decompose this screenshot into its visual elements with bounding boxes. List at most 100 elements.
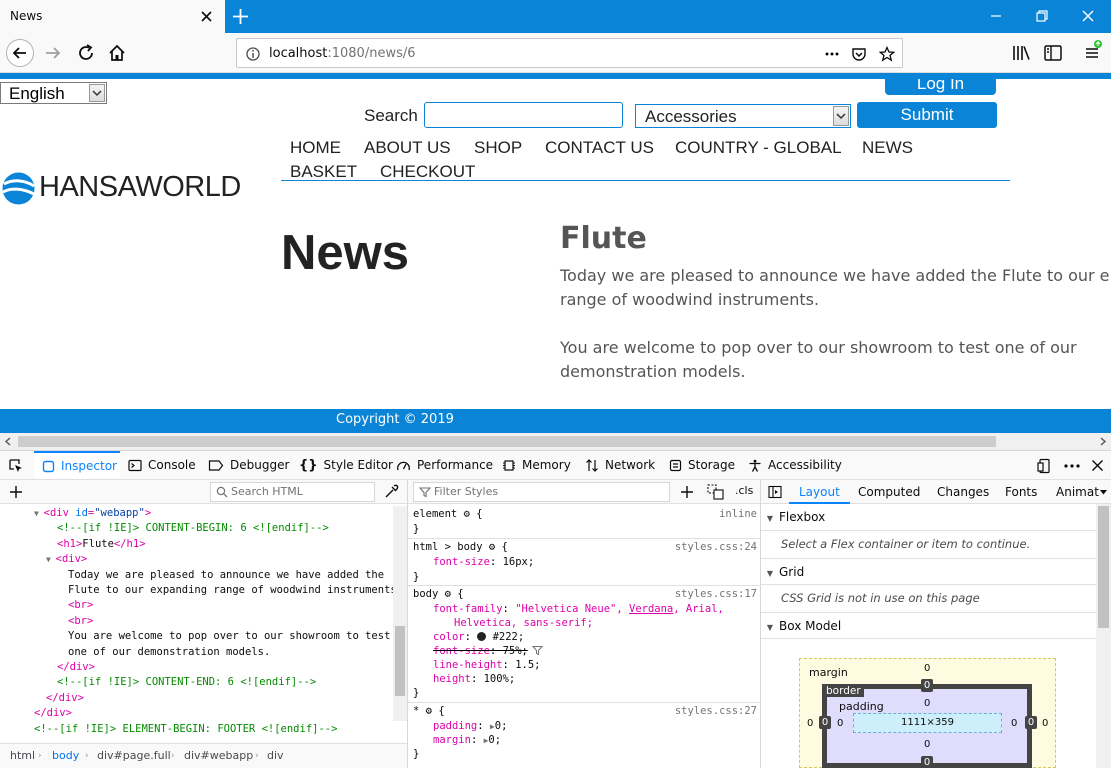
- tree-text[interactable]: one of our demonstration models.: [68, 645, 270, 660]
- add-rule-icon[interactable]: [680, 485, 694, 499]
- category-select[interactable]: Accessories: [635, 104, 851, 128]
- toggle-pane-icon[interactable]: [768, 485, 782, 499]
- login-button[interactable]: Log In: [885, 79, 996, 95]
- tree-comment[interactable]: <!--[if !IE]> CONTENT-END: 6 <![endif]--…: [57, 675, 316, 690]
- page-actions-icon[interactable]: [824, 46, 840, 62]
- margin-right-value[interactable]: 0: [1042, 718, 1048, 729]
- toggle-classes-button[interactable]: .cls: [735, 484, 753, 497]
- menu-shop[interactable]: SHOP: [474, 138, 522, 158]
- forward-icon[interactable]: [40, 40, 66, 66]
- menu-news[interactable]: NEWS: [862, 138, 913, 158]
- grid-section-header[interactable]: ▼ Grid: [761, 558, 1096, 585]
- close-tab-icon[interactable]: [198, 8, 215, 25]
- eyedropper-icon[interactable]: [384, 484, 399, 499]
- tree-node-h1[interactable]: <h1>Flute</h1>: [57, 537, 146, 552]
- language-select[interactable]: English: [0, 82, 107, 104]
- scroll-right-icon[interactable]: [1098, 437, 1107, 446]
- border-bottom-value[interactable]: 0: [921, 756, 933, 768]
- info-icon[interactable]: [245, 46, 261, 62]
- horizontal-scrollbar[interactable]: [0, 433, 1111, 450]
- close-window-icon[interactable]: [1080, 8, 1096, 24]
- tree-node-div[interactable]: ▼ <div>: [46, 552, 87, 567]
- tab-inspector[interactable]: Inspector: [34, 451, 120, 479]
- responsive-design-icon[interactable]: [1037, 458, 1053, 474]
- breadcrumb-html[interactable]: html: [10, 744, 35, 768]
- tab-accessibility[interactable]: Accessibility: [748, 451, 842, 479]
- tab-memory[interactable]: Memory: [502, 451, 571, 479]
- tree-close-div[interactable]: </div>: [34, 706, 72, 721]
- browser-tab[interactable]: News: [0, 0, 225, 33]
- submit-button[interactable]: Submit: [857, 102, 997, 128]
- margin-top-value[interactable]: 0: [924, 663, 930, 674]
- sidebar-scrollbar[interactable]: [1096, 504, 1111, 768]
- rule-element[interactable]: element ⚙ { inline }: [408, 506, 761, 539]
- tab-layout[interactable]: Layout: [789, 480, 850, 504]
- element-picker-icon[interactable]: [8, 458, 24, 474]
- search-input[interactable]: [424, 102, 623, 128]
- tree-text[interactable]: Flute to our expanding range of woodwind…: [68, 583, 393, 598]
- border-right-value[interactable]: 0: [1025, 716, 1037, 729]
- filter-icon[interactable]: [532, 645, 543, 656]
- tab-performance[interactable]: Performance: [396, 451, 493, 479]
- tree-text[interactable]: You are welcome to pop over to our showr…: [68, 629, 390, 644]
- border-top-value[interactable]: 0: [921, 679, 933, 692]
- scroll-left-icon[interactable]: [4, 437, 13, 446]
- tab-debugger[interactable]: Debugger: [208, 451, 289, 479]
- scrollbar-thumb[interactable]: [1098, 506, 1109, 628]
- url-bar[interactable]: localhost:1080/news/6: [236, 38, 903, 68]
- tab-storage[interactable]: Storage: [669, 451, 735, 479]
- scrollbar-thumb[interactable]: [395, 626, 405, 696]
- tree-close-div[interactable]: </div>: [57, 660, 95, 675]
- tab-computed[interactable]: Computed: [858, 480, 920, 504]
- menu-hamburger-icon[interactable]: [1080, 40, 1106, 66]
- menu-about-us[interactable]: ABOUT US: [364, 138, 451, 158]
- css-rules[interactable]: element ⚙ { inline } html > body ⚙ { sty…: [408, 506, 761, 768]
- new-tab-icon[interactable]: [231, 7, 250, 26]
- rule-html-body[interactable]: html > body ⚙ { styles.css:24 font-size:…: [408, 539, 761, 586]
- sidebar-icon[interactable]: [1040, 40, 1066, 66]
- tree-node-br[interactable]: <br>: [68, 614, 93, 629]
- rule-body[interactable]: body ⚙ { styles.css:17 font-family: "Hel…: [408, 586, 761, 703]
- pocket-icon[interactable]: [851, 46, 867, 62]
- menu-basket[interactable]: BASKET: [290, 162, 357, 182]
- menu-home[interactable]: HOME: [290, 138, 341, 158]
- margin-left-value[interactable]: 0: [807, 718, 813, 729]
- menu-contact-us[interactable]: CONTACT US: [545, 138, 654, 158]
- breadcrumb-div-webapp[interactable]: div#webapp: [184, 744, 253, 768]
- logo[interactable]: HANSAWORLD: [0, 171, 255, 207]
- tab-animations[interactable]: Animat: [1056, 480, 1099, 504]
- tree-text[interactable]: Today we are pleased to announce we have…: [68, 568, 384, 583]
- tab-network[interactable]: Network: [585, 451, 655, 479]
- tree-close-div[interactable]: </div>: [46, 691, 84, 706]
- tree-node-webapp[interactable]: ▼ <div id="webapp">: [34, 506, 151, 521]
- breadcrumb-div[interactable]: div: [267, 744, 284, 768]
- restore-icon[interactable]: [1034, 8, 1050, 24]
- tree-comment[interactable]: <!--[if !IE]> CONTENT-BEGIN: 6 <![endif]…: [57, 521, 329, 536]
- rule-universal[interactable]: * ⚙ { styles.css:27 padding: ▶0; margin:…: [408, 703, 761, 765]
- html-tree[interactable]: ▼ <div id="webapp"> <!--[if !IE]> CONTEN…: [0, 506, 393, 741]
- add-node-icon[interactable]: [9, 485, 23, 499]
- tab-changes[interactable]: Changes: [937, 480, 989, 504]
- breadcrumb-div-page[interactable]: div#page.full: [97, 744, 171, 768]
- chevron-down-icon[interactable]: [1099, 489, 1108, 496]
- flexbox-section-header[interactable]: ▼ Flexbox: [761, 504, 1096, 531]
- breadcrumb-body[interactable]: body: [52, 744, 79, 768]
- close-devtools-icon[interactable]: [1090, 458, 1105, 473]
- border-left-value[interactable]: 0: [819, 716, 831, 729]
- tab-style-editor[interactable]: {} Style Editor: [299, 451, 393, 479]
- reload-icon[interactable]: [73, 40, 99, 66]
- tab-fonts[interactable]: Fonts: [1005, 480, 1037, 504]
- boxmodel-section-header[interactable]: ▼ Box Model: [761, 612, 1096, 639]
- boxmodel-content-size[interactable]: 1111×359: [853, 713, 1002, 733]
- filter-styles-input[interactable]: Filter Styles: [413, 482, 670, 502]
- tree-node-br[interactable]: <br>: [68, 598, 93, 613]
- library-icon[interactable]: [1008, 40, 1034, 66]
- menu-country[interactable]: COUNTRY - GLOBAL: [675, 138, 842, 158]
- home-icon[interactable]: [104, 40, 130, 66]
- menu-checkout[interactable]: CHECKOUT: [380, 162, 475, 182]
- padding-bottom-value[interactable]: 0: [924, 739, 930, 750]
- padding-left-value[interactable]: 0: [837, 718, 843, 729]
- more-options-icon[interactable]: [1063, 458, 1081, 474]
- toggle-pseudo-classes-icon[interactable]: [707, 484, 724, 500]
- markup-scrollbar[interactable]: [393, 506, 407, 721]
